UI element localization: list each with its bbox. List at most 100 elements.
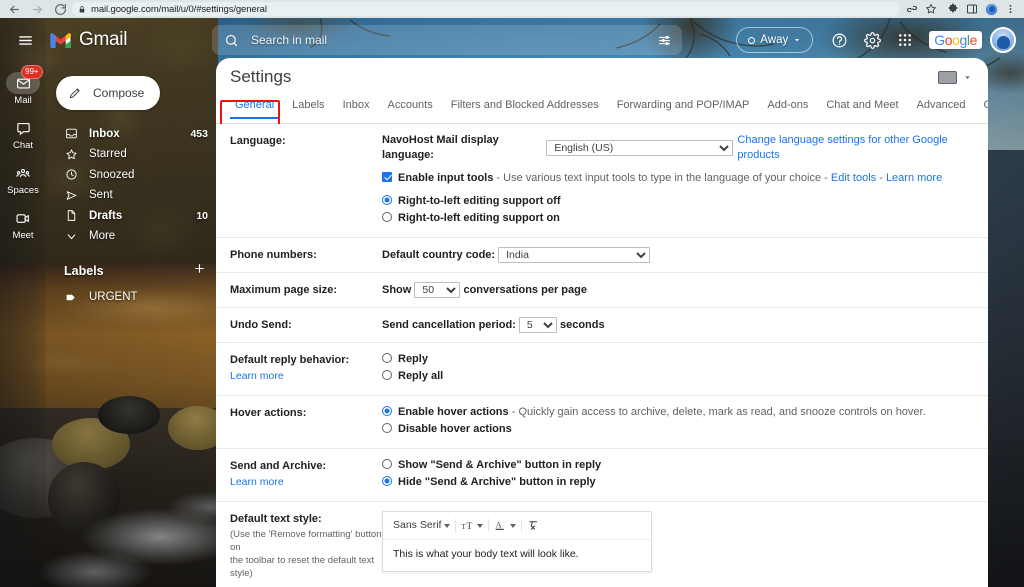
setting-content-phone-numbers: Default country code: India — [382, 247, 976, 263]
rtl-on-radio[interactable] — [382, 212, 392, 222]
setting-row-default-reply-behavior: Default reply behavior: Learn more Reply… — [216, 343, 988, 396]
display-language-select[interactable]: English (US) — [546, 140, 733, 156]
show-send-archive-option[interactable]: Show "Send & Archive" button in reply — [382, 458, 976, 473]
gmail-page: Gmail Search in mail Away — [0, 18, 1024, 587]
undo-send-suffix: seconds — [560, 319, 605, 331]
address-bar-url: mail.google.com/mail/u/0/#settings/gener… — [91, 4, 267, 15]
tab-advanced[interactable]: Advanced — [908, 96, 975, 119]
setting-row-default-text-style: Default text style: (Use the 'Remove for… — [216, 502, 988, 587]
account-avatar[interactable] — [990, 27, 1016, 53]
rtl-off-option[interactable]: Right-to-left editing support off — [382, 194, 976, 209]
reply-radio[interactable] — [382, 353, 392, 363]
hamburger-menu-icon[interactable] — [10, 25, 40, 55]
setting-content-language: NavoHost Mail display language: English … — [382, 133, 976, 228]
setting-row-maximum-page-size: Maximum page size: Show 50 conversations… — [216, 273, 988, 308]
nav-item-starred[interactable]: Starred — [46, 145, 218, 164]
setting-label-undo-send: Undo Send: — [230, 317, 382, 332]
side-panel-icon[interactable] — [966, 3, 978, 15]
search-options-icon[interactable] — [657, 33, 672, 48]
page-size-suffix: conversations per page — [463, 284, 587, 296]
forward-arrow-icon[interactable] — [29, 1, 45, 17]
page-size-select[interactable]: 50 — [414, 282, 460, 298]
gmail-logo[interactable]: Gmail — [50, 29, 200, 51]
three-dots-menu-icon[interactable] — [1005, 3, 1016, 15]
display-density-control[interactable] — [938, 71, 972, 84]
status-chip[interactable]: Away — [736, 27, 813, 53]
rail-item-meet[interactable]: Meet — [0, 203, 46, 245]
profile-avatar-icon[interactable] — [985, 3, 998, 16]
rtl-on-option[interactable]: Right-to-left editing support on — [382, 211, 976, 226]
nav-label-snoozed: Snoozed — [89, 169, 197, 181]
enable-hover-actions-option[interactable]: Enable hover actions - Quickly gain acce… — [382, 405, 976, 420]
tab-accounts[interactable]: Accounts — [378, 96, 441, 119]
tab-filters-and-blocked-addresses[interactable]: Filters and Blocked Addresses — [442, 96, 608, 119]
setting-label-send-and-archive: Send and Archive: Learn more — [230, 458, 382, 489]
reply-option[interactable]: Reply — [382, 352, 976, 367]
send-archive-learn-more-link[interactable]: Learn more — [230, 475, 382, 489]
reply-all-radio[interactable] — [382, 370, 392, 380]
search-input[interactable]: Search in mail — [212, 25, 682, 55]
star-icon[interactable] — [925, 3, 937, 15]
tab-inbox[interactable]: Inbox — [334, 96, 379, 119]
nav-label-inbox: Inbox — [89, 128, 179, 140]
share-icon[interactable] — [906, 3, 918, 15]
tab-chat-and-meet[interactable]: Chat and Meet — [817, 96, 907, 119]
tab-add-ons[interactable]: Add-ons — [758, 96, 817, 119]
input-tools-description: - Use various text input tools to type i… — [496, 172, 827, 184]
hide-send-archive-option[interactable]: Hide "Send & Archive" button in reply — [382, 475, 976, 490]
remove-formatting-icon[interactable] — [527, 519, 540, 532]
back-arrow-icon[interactable] — [6, 1, 22, 17]
setting-content-default-reply-behavior: Reply Reply all — [382, 352, 976, 386]
hide-send-archive-radio[interactable] — [382, 476, 392, 486]
settings-content: Language: NavoHost Mail display language… — [216, 124, 988, 587]
display-density-icon — [938, 71, 957, 84]
apps-grid-icon[interactable] — [890, 25, 920, 55]
send-cancellation-period-select[interactable]: 5 — [519, 317, 557, 333]
nav-item-drafts[interactable]: Drafts 10 — [46, 206, 218, 225]
compose-button[interactable]: Compose — [56, 76, 160, 110]
tab-forwarding-and-pop-imap[interactable]: Forwarding and POP/IMAP — [608, 96, 759, 119]
enable-hover-actions-radio[interactable] — [382, 406, 392, 416]
rail-item-mail[interactable]: 99+ Mail — [0, 68, 46, 110]
send-icon — [64, 189, 78, 202]
disable-hover-actions-option[interactable]: Disable hover actions — [382, 422, 976, 437]
tab-general[interactable]: General — [226, 96, 283, 119]
nav-item-sent[interactable]: Sent — [46, 186, 218, 205]
chevron-down-icon — [64, 230, 78, 243]
font-size-selector[interactable]: TT — [461, 519, 483, 532]
plus-icon[interactable] — [193, 262, 206, 279]
status-dot-icon — [748, 37, 755, 44]
puzzle-icon[interactable] — [947, 3, 959, 15]
help-icon[interactable] — [824, 25, 854, 55]
gear-icon[interactable] — [857, 25, 887, 55]
setting-content-undo-send: Send cancellation period: 5 seconds — [382, 317, 976, 333]
setting-row-undo-send: Undo Send: Send cancellation period: 5 s… — [216, 308, 988, 343]
input-tools-learn-more-link[interactable]: Learn more — [886, 172, 942, 184]
edit-tools-link[interactable]: Edit tools — [831, 172, 876, 184]
nav-item-inbox[interactable]: Inbox 453 — [46, 124, 218, 143]
text-color-selector[interactable]: A — [494, 519, 516, 532]
tab-offline[interactable]: Offline — [974, 96, 988, 119]
reload-icon[interactable] — [52, 1, 68, 17]
browser-toolbar: mail.google.com/mail/u/0/#settings/gener… — [0, 0, 1024, 18]
setting-label-phone-numbers: Phone numbers: — [230, 247, 382, 262]
change-language-settings-link[interactable]: Change language settings for other Googl… — [737, 133, 976, 163]
reply-all-label: Reply all — [398, 370, 443, 382]
text-color-icon: A — [494, 519, 507, 532]
default-country-code-select[interactable]: India — [498, 247, 650, 263]
reply-behavior-learn-more-link[interactable]: Learn more — [230, 369, 382, 383]
reply-all-option[interactable]: Reply all — [382, 369, 976, 384]
show-send-archive-radio[interactable] — [382, 459, 392, 469]
header-actions: Away Google — [736, 25, 1016, 55]
font-family-selector[interactable]: Sans Serif — [393, 518, 450, 533]
rail-item-spaces[interactable]: Spaces — [0, 158, 46, 200]
address-bar[interactable]: mail.google.com/mail/u/0/#settings/gener… — [72, 2, 900, 16]
rail-item-chat[interactable]: Chat — [0, 113, 46, 155]
rtl-off-radio[interactable] — [382, 195, 392, 205]
label-item-urgent[interactable]: URGENT — [46, 288, 218, 307]
enable-input-tools-checkbox[interactable] — [382, 172, 392, 182]
tab-labels[interactable]: Labels — [283, 96, 333, 119]
disable-hover-actions-radio[interactable] — [382, 423, 392, 433]
nav-item-more[interactable]: More — [46, 227, 218, 246]
nav-item-snoozed[interactable]: Snoozed — [46, 165, 218, 184]
